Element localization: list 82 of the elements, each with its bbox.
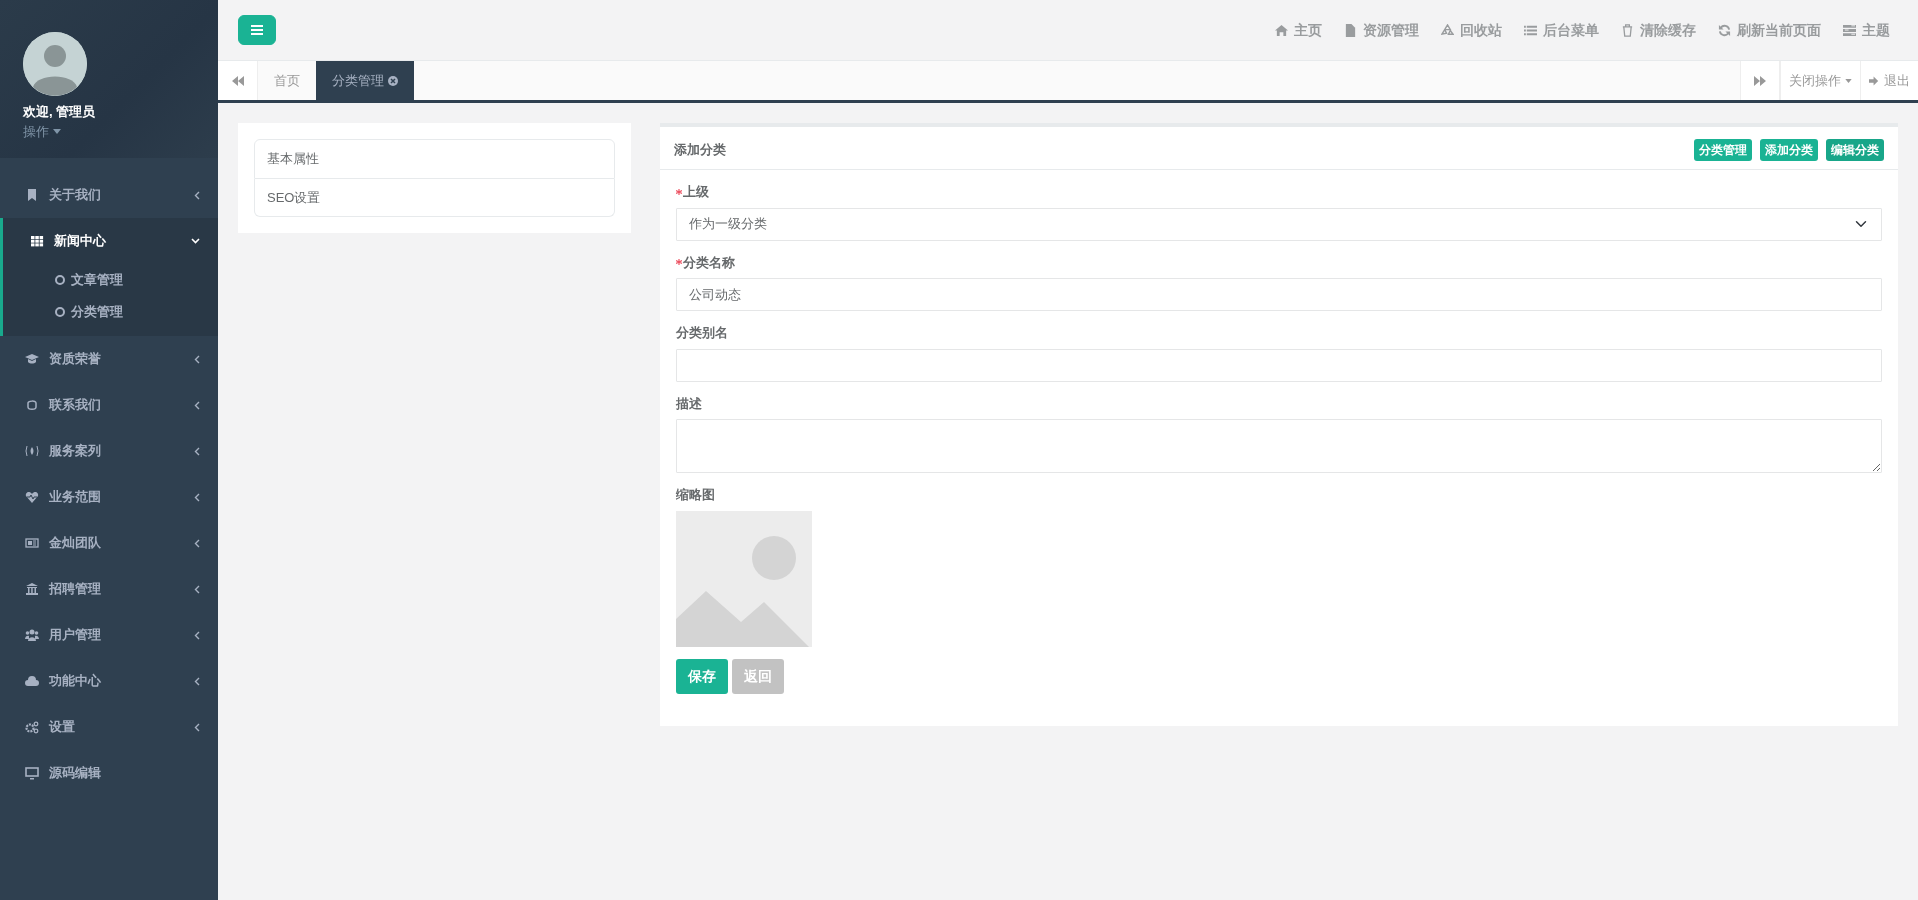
- panel-link[interactable]: 基本属性: [254, 139, 615, 179]
- field-label: 分类别名: [676, 324, 729, 342]
- sidebar-item[interactable]: 用户管理: [0, 612, 218, 658]
- textarea-field[interactable]: [676, 419, 1882, 473]
- header-button[interactable]: 编辑分类: [1826, 139, 1884, 161]
- chevron-down-icon: [191, 238, 200, 244]
- sidebar-item[interactable]: 金灿团队: [0, 520, 218, 566]
- top-nav-link[interactable]: 主题: [1843, 20, 1890, 41]
- chevron-left-icon: [194, 676, 200, 686]
- page-tab[interactable]: 首页: [258, 61, 316, 100]
- sidebar-item[interactable]: 服务案列: [0, 428, 218, 474]
- chevron-left-icon: [194, 492, 200, 502]
- caret-icon: [1845, 78, 1852, 83]
- chevron-left-icon: [194, 400, 200, 410]
- top-nav-link[interactable]: 刷新当前页面: [1718, 20, 1821, 41]
- user-menu-dropdown[interactable]: 操作: [23, 121, 61, 141]
- caret-icon: [53, 128, 61, 134]
- menu-icon: [251, 25, 263, 35]
- logout-button[interactable]: 退出: [1860, 61, 1918, 100]
- form-title: 添加分类: [674, 142, 726, 158]
- double-right-arrow-icon: [1754, 75, 1766, 86]
- input-field[interactable]: [676, 348, 1882, 382]
- chevron-left-icon: [194, 190, 200, 200]
- trash-icon: [1621, 24, 1634, 37]
- refresh-icon: [1718, 24, 1731, 37]
- top-nav-link[interactable]: 回收站: [1441, 20, 1502, 41]
- sidebar-item[interactable]: 业务范围: [0, 474, 218, 520]
- double-left-arrow-icon: [231, 75, 244, 86]
- menu-button[interactable]: [238, 15, 276, 45]
- input-field[interactable]: 公司动态: [676, 278, 1882, 311]
- header-button[interactable]: 分类管理: [1694, 139, 1752, 161]
- chevron-left-icon: [194, 722, 200, 732]
- scroll-left-button[interactable]: [218, 61, 258, 100]
- circle-icon: [55, 275, 65, 285]
- top-nav-link[interactable]: 后台菜单: [1524, 20, 1599, 41]
- header-button[interactable]: 添加分类: [1760, 139, 1818, 161]
- field-label: 描述: [676, 394, 703, 413]
- chevron-left-icon: [194, 354, 200, 364]
- users-icon: [25, 628, 39, 642]
- close-actions-dropdown[interactable]: 关闭操作: [1780, 61, 1860, 100]
- page-tab[interactable]: 分类管理: [316, 61, 414, 100]
- sidebar-item[interactable]: 设置: [0, 704, 218, 750]
- list-icon: [1524, 24, 1537, 37]
- chevron-left-icon: [194, 584, 200, 594]
- chevron-left-icon: [194, 630, 200, 640]
- field-label: 上级: [676, 182, 1882, 202]
- sidebar-item[interactable]: 关于我们: [0, 172, 218, 218]
- top-nav-link[interactable]: 清除缓存: [1621, 20, 1696, 41]
- bookmark-icon: [25, 188, 39, 202]
- user-greeting: 欢迎, 管理员: [23, 103, 97, 121]
- sidebar-item[interactable]: 联系我们: [0, 382, 218, 428]
- sliders-icon: [1843, 24, 1856, 37]
- sidebar-item[interactable]: 新闻中心: [3, 218, 218, 264]
- bank-icon: [25, 582, 39, 596]
- graduation-cap-icon: [25, 352, 39, 366]
- sidebar-item[interactable]: 源码编辑: [0, 750, 218, 796]
- sidebar-item[interactable]: 功能中心: [0, 658, 218, 704]
- sign-out-icon: [1869, 75, 1880, 86]
- cloud-icon: [25, 674, 39, 688]
- newspaper-icon: [25, 536, 39, 550]
- home-icon: [1275, 24, 1288, 37]
- file-icon: [1344, 24, 1357, 37]
- select-field[interactable]: 作为一级分类: [676, 207, 1882, 241]
- gears-icon: [25, 720, 39, 734]
- heartbeat-icon: [25, 490, 39, 504]
- avatar-icon: [23, 32, 87, 96]
- field-label: 缩略图: [676, 486, 716, 504]
- chevron-left-icon: [194, 446, 200, 456]
- save-button[interactable]: 保存: [676, 658, 728, 694]
- grid-icon: [30, 234, 44, 248]
- circle-icon: [55, 307, 65, 317]
- chevron-left-icon: [194, 538, 200, 548]
- top-nav-link[interactable]: 资源管理: [1344, 20, 1419, 41]
- top-nav-link[interactable]: 主页: [1275, 20, 1322, 41]
- scroll-right-button[interactable]: [1740, 61, 1780, 100]
- submenu-item[interactable]: 分类管理: [3, 296, 218, 328]
- submenu-item[interactable]: 文章管理: [3, 264, 218, 296]
- sidebar-item[interactable]: 资质荣誉: [0, 336, 218, 382]
- monitor-icon: [25, 766, 39, 780]
- panel-link[interactable]: SEO设置: [254, 178, 615, 217]
- field-label: 分类名称: [676, 252, 1882, 272]
- sidebar-item[interactable]: 招聘管理: [0, 566, 218, 612]
